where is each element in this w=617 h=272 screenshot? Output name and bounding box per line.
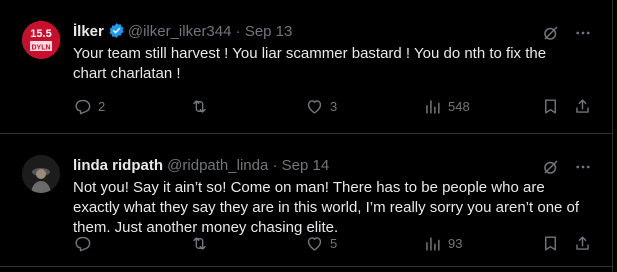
tweet-actions: 2 3 548 (73, 97, 593, 119)
bookmark-icon (541, 97, 560, 116)
views-icon (423, 234, 442, 253)
tweet-text: Your team still harvest ! You liar scamm… (73, 45, 547, 82)
view-count: 548 (448, 99, 470, 114)
avatar[interactable]: 15.5 DYLN (22, 21, 60, 59)
views-button[interactable]: 548 (423, 97, 470, 116)
tweet-text: Not you! Say it ain’t so! Come on man! T… (73, 179, 580, 236)
more-icon[interactable] (574, 158, 592, 176)
author-name[interactable]: linda ridpath (73, 157, 163, 174)
more-icon[interactable] (574, 24, 592, 42)
tweet-header: linda ridpath @ridpath_linda · Sep 14 (73, 156, 329, 176)
retweet-button[interactable] (190, 97, 215, 116)
tweet-date[interactable]: Sep 13 (245, 23, 293, 40)
tweet-header: İlker @ilker_ilker344 · Sep 13 (73, 22, 292, 42)
grok-icon[interactable] (542, 158, 560, 176)
like-button[interactable]: 5 (305, 234, 337, 253)
separator: · (272, 157, 278, 174)
share-icon (573, 234, 592, 253)
views-icon (423, 97, 442, 116)
reply-button[interactable]: 2 (73, 97, 105, 116)
timeline-border (612, 0, 613, 272)
views-button[interactable]: 93 (423, 234, 462, 253)
tweet-date[interactable]: Sep 14 (282, 157, 330, 174)
tweet[interactable]: linda ridpath @ridpath_linda · Sep 14 No… (0, 134, 612, 267)
grok-icon[interactable] (542, 24, 560, 42)
author-handle[interactable]: @ridpath_linda (167, 157, 268, 174)
share-icon (573, 97, 592, 116)
reply-icon (73, 97, 92, 116)
bookmark-button[interactable] (541, 97, 560, 116)
heart-icon (305, 97, 324, 116)
tweet-actions: 5 93 (73, 234, 593, 256)
tweet[interactable]: 15.5 DYLN İlker @ilker_ilker344 · Sep 13 … (0, 0, 612, 134)
author-handle[interactable]: @ilker_ilker344 (128, 23, 232, 40)
reply-button[interactable] (73, 234, 98, 253)
separator: · (235, 23, 241, 40)
share-button[interactable] (573, 234, 592, 253)
like-button[interactable]: 3 (305, 97, 337, 116)
reply-count: 2 (98, 99, 106, 114)
bookmark-icon (541, 234, 560, 253)
avatar[interactable] (22, 155, 60, 193)
reply-icon (73, 234, 92, 253)
verified-badge-icon (108, 22, 125, 39)
svg-text:DYLN: DYLN (31, 45, 50, 52)
retweet-button[interactable] (190, 234, 215, 253)
like-count: 5 (330, 236, 338, 251)
heart-icon (305, 234, 324, 253)
retweet-icon (190, 234, 209, 253)
view-count: 93 (448, 236, 463, 251)
retweet-icon (190, 97, 209, 116)
author-name[interactable]: İlker (73, 23, 104, 40)
bookmark-button[interactable] (541, 234, 560, 253)
like-count: 3 (330, 99, 338, 114)
svg-text:15.5: 15.5 (30, 28, 51, 40)
share-button[interactable] (573, 97, 592, 116)
